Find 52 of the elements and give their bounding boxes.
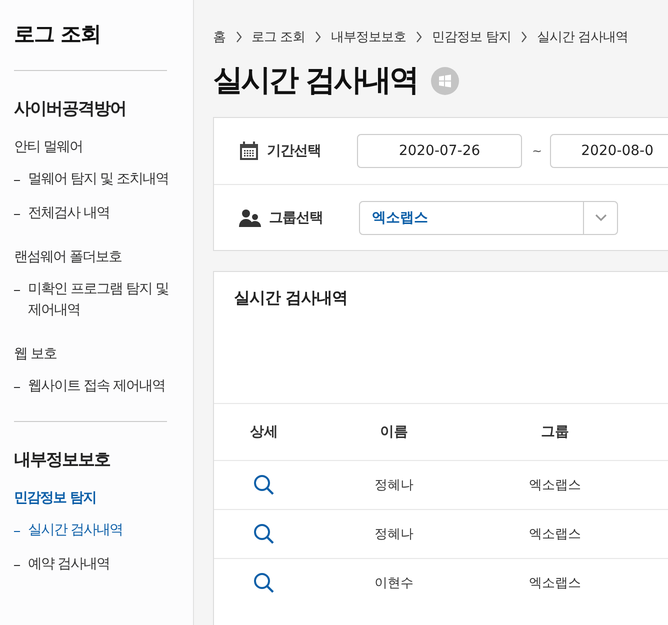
windows-logo-icon xyxy=(431,66,460,94)
column-header: 이름 xyxy=(379,423,409,441)
nav-item[interactable]: 미확인 프로그램 탐지 및 제어내역 xyxy=(28,279,173,321)
nav-item[interactable]: 웹사이트 접속 제어내역 xyxy=(28,376,165,397)
chevron-right-icon xyxy=(520,31,527,43)
range-separator: ~ xyxy=(532,144,542,158)
group-select[interactable]: 엑소랩스 xyxy=(359,200,618,234)
field-label: 기간선택 xyxy=(267,142,322,160)
search-icon[interactable] xyxy=(253,572,275,594)
column-header: 그룹 xyxy=(540,423,570,441)
dash-icon xyxy=(14,290,20,291)
nav-item[interactable]: 전체검사 내역 xyxy=(28,203,110,224)
nav-item[interactable]: 예약 검사내역 xyxy=(28,554,110,575)
chevron-down-icon xyxy=(594,214,606,222)
breadcrumb-link[interactable]: 내부정보보호 xyxy=(331,28,406,46)
dash-icon xyxy=(14,387,20,388)
panel-title: 실시간 검사내역 xyxy=(234,288,348,307)
table-cell-text: 정혜나 xyxy=(374,477,414,494)
nav-group[interactable]: 랜섬웨어 폴더보호 xyxy=(14,248,173,266)
table-cell-text: 엑소랩스 xyxy=(528,477,582,494)
calendar-icon xyxy=(239,141,259,161)
table-cell-text: 이현수 xyxy=(374,575,414,592)
breadcrumb-link[interactable]: 민감정보 탐지 xyxy=(432,28,511,46)
chevron-right-icon xyxy=(315,31,322,43)
breadcrumb-link[interactable]: 홈 xyxy=(213,28,226,46)
table-cell-text: 엑소랩스 xyxy=(528,526,582,543)
breadcrumb-link[interactable]: 로그 조회 xyxy=(252,28,306,46)
dash-icon xyxy=(14,214,20,215)
dash-icon xyxy=(14,565,20,566)
dash-icon xyxy=(14,180,20,181)
search-icon[interactable] xyxy=(253,474,275,496)
field-label: 그룹선택 xyxy=(269,208,324,226)
chevron-right-icon xyxy=(236,31,242,43)
date-field[interactable]: 2020-07-26 xyxy=(357,134,522,168)
section-title: 내부정보보호 xyxy=(14,449,111,471)
breadcrumb-link[interactable]: 실시간 검사내역 xyxy=(536,28,628,46)
users-icon xyxy=(239,208,261,226)
nav-group[interactable]: 민감정보 탐지 xyxy=(14,489,173,507)
sidebar-title: 로그 조회 xyxy=(14,21,102,48)
table-cell-text: 엑소랩스 xyxy=(528,575,582,592)
table-cell-text: 정혜나 xyxy=(374,526,414,543)
nav-item[interactable]: 멀웨어 탐지 및 조치내역 xyxy=(28,169,168,190)
nav-group[interactable]: 웹 보호 xyxy=(14,345,173,363)
dash-icon xyxy=(14,531,20,532)
search-icon[interactable] xyxy=(253,523,275,545)
page-title: 실시간 검사내역 xyxy=(213,62,418,100)
section-title: 사이버공격방어 xyxy=(14,98,127,120)
date-field[interactable]: 2020-08-0 xyxy=(550,134,668,168)
nav-group[interactable]: 안티 멀웨어 xyxy=(14,138,173,156)
nav-item[interactable]: 실시간 검사내역 xyxy=(28,520,122,541)
column-header: 상세 xyxy=(249,423,279,441)
chevron-right-icon xyxy=(416,31,422,43)
